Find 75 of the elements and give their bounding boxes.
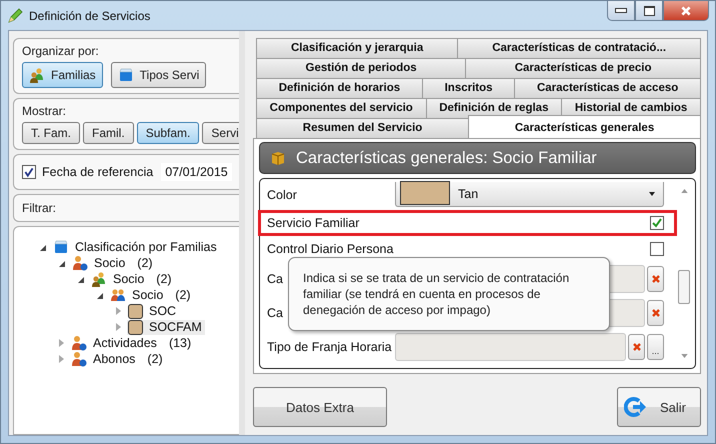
tab[interactable]: Componentes del servicio [256,98,427,118]
pencil-icon [7,8,23,24]
checkbox[interactable] [22,165,36,179]
clear-button[interactable] [647,266,664,292]
scroll-up-icon[interactable] [680,189,688,193]
expand-arrow-icon[interactable] [59,261,65,267]
tooltip: Indica si se se trata de un servicio de contratación familiar (se tendrá en cuenta en procesos de denegación de acceso por impago) [288,257,610,331]
tab[interactable]: Definición de horarios [256,78,423,98]
checkbox[interactable] [650,216,664,230]
color-dropdown[interactable]: Tan [395,182,664,207]
caret-icon [649,192,655,196]
people-icon [29,67,45,83]
tab[interactable]: Resumen del Servicio [256,118,470,138]
tree-item[interactable]: Socio (2) [71,255,156,271]
field-label: Control Diario Persona [267,242,394,256]
person-icon [71,335,87,351]
tree-item[interactable]: SOC [127,304,180,318]
organize-label: Organizar por: [22,44,99,58]
exit-button[interactable]: Salir [617,387,701,427]
clear-icon [632,342,642,352]
input-field[interactable] [395,333,626,361]
scroll-thumb[interactable] [678,270,690,304]
expand-arrow-icon[interactable] [97,293,103,299]
show-label: Mostrar: [22,104,66,118]
close-button[interactable] [663,1,709,21]
tab[interactable]: Clasificación y jerarquia [256,38,458,58]
clear-icon [650,308,660,318]
people-icon [110,287,126,303]
expand-arrow-icon[interactable] [40,245,46,251]
filter-label: Filtrar: [22,201,56,215]
browse-button[interactable]: ... [647,334,664,360]
tree-item[interactable]: Actividades (13) [70,335,194,351]
maximize-button[interactable] [635,1,663,21]
people-icon [91,271,107,287]
tree-item[interactable]: SOCFAM [127,320,205,334]
checkbox[interactable] [650,242,664,256]
tree-item[interactable]: Abonos (2) [70,351,166,367]
expand-arrow-icon[interactable] [78,277,84,283]
level-toggle[interactable]: T. Fam. [22,122,80,144]
field-label: Ca [267,272,283,286]
box-icon [270,150,286,166]
tab[interactable]: Características de acceso [514,78,702,98]
level-toggle[interactable]: Servi [202,122,239,144]
tab[interactable]: Gestión de periodos [256,58,466,78]
clear-icon [650,274,660,284]
level-toggle[interactable]: Subfam. [136,122,200,144]
person-icon [72,255,88,271]
date-field[interactable]: 07/01/2015 [161,163,232,181]
exit-arrow-icon [624,395,648,419]
box-icon [53,239,69,255]
tab[interactable]: Características de precio [465,58,702,78]
date-label: Fecha de referencia [42,165,154,179]
tab[interactable]: Inscritos [422,78,516,98]
window-title: Definición de Servicios [29,8,150,22]
organize-toggle[interactable]: Familias [22,62,103,88]
section-title: Características generales: Socio Familiar [296,148,597,168]
tree-item[interactable]: Clasificación por Familias [52,239,220,255]
level-toggle[interactable]: Famil. [83,122,134,144]
person-icon [71,351,87,367]
field-label: Color [267,188,297,202]
close-icon [680,4,692,16]
field-label: Servicio Familiar [267,216,360,230]
scroll-down-icon[interactable] [680,354,688,358]
organize-toggle[interactable]: Tipos Servi [110,62,206,88]
field-label: Ca [267,306,283,320]
tab[interactable]: Características generales [468,115,701,138]
field-label: Tipo de Franja Horaria [267,340,392,354]
clear-button[interactable] [647,300,664,326]
tree-item[interactable]: Socio (2) [109,287,194,303]
tree-item[interactable]: Socio (2) [90,271,175,287]
tab[interactable]: Características de contratació... [457,38,702,58]
minimize-button[interactable] [607,1,635,21]
box-icon [118,67,134,83]
extra-data-button[interactable]: Datos Extra [253,387,387,427]
clear-button[interactable] [628,334,645,360]
